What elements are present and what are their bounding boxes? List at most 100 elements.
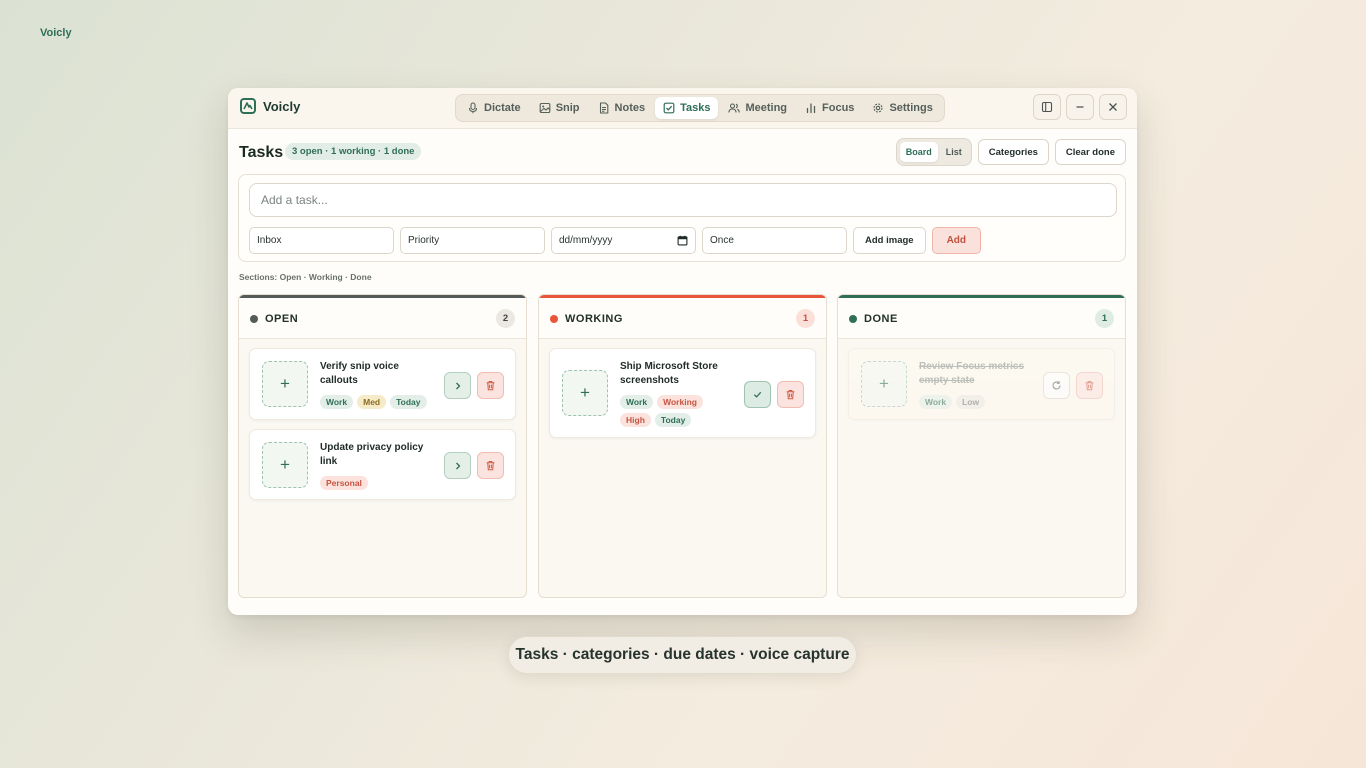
plus-icon: + <box>280 374 290 393</box>
trash-icon <box>1085 380 1094 391</box>
view-toggle: Board List <box>895 138 972 166</box>
task-card[interactable]: + Review Focus metrics empty state Work … <box>848 348 1115 420</box>
tag: Work <box>620 395 654 409</box>
tag: Today <box>654 413 692 427</box>
clear-done-button[interactable]: Clear done <box>1054 139 1126 165</box>
task-tags: Work Med Today <box>320 395 432 409</box>
sections-note: Sections: Open · Working · Done <box>239 272 372 282</box>
page-title: Tasks <box>239 144 284 161</box>
add-image-placeholder[interactable]: + <box>262 442 308 488</box>
task-title: Update privacy policy link <box>320 442 424 467</box>
chevron-right-icon <box>455 382 460 389</box>
status-badge: 3 open · 1 working · 1 done <box>285 143 422 160</box>
task-title: Review Focus metrics empty state <box>919 361 1025 386</box>
due-date-input[interactable]: dd/mm/yyyy <box>551 227 696 254</box>
categories-button[interactable]: Categories <box>977 139 1049 165</box>
task-card[interactable]: + Update privacy policy link Personal <box>249 429 516 500</box>
tag: Low <box>956 395 986 409</box>
nav-label: Meeting <box>745 102 788 114</box>
column-count: 1 <box>796 309 815 328</box>
tag: Working <box>657 395 703 409</box>
sidebar-panel-icon <box>1041 101 1053 113</box>
status-dot <box>550 315 558 323</box>
nav-tasks[interactable]: Tasks <box>655 97 719 119</box>
trash-icon <box>486 460 495 471</box>
tag: High <box>620 413 651 427</box>
feature-caption: Tasks · categories · due dates · voice c… <box>508 636 857 674</box>
corner-brand: Voicly <box>40 27 72 39</box>
document-icon <box>599 102 608 114</box>
category-select[interactable]: Inbox <box>249 227 394 254</box>
microphone-icon <box>468 102 478 114</box>
task-tags: Work Working High Today <box>620 395 712 427</box>
add-image-button[interactable]: Add image <box>853 227 926 254</box>
tag: Med <box>357 395 387 409</box>
date-placeholder: dd/mm/yyyy <box>559 235 613 246</box>
close-button[interactable] <box>1099 94 1127 120</box>
task-title: Ship Microsoft Store screenshots <box>620 361 718 386</box>
nav-label: Notes <box>614 102 646 114</box>
minimize-icon <box>1076 106 1084 108</box>
header-actions: Board List Categories Clear done <box>895 138 1126 166</box>
image-icon <box>539 102 551 114</box>
task-card[interactable]: + Ship Microsoft Store screenshots Work … <box>549 348 816 438</box>
plus-icon: + <box>879 374 889 393</box>
app-brand: Voicly <box>240 98 300 114</box>
column-done: DONE 1 + Review Focus metrics empty stat… <box>837 294 1126 598</box>
sidebar-toggle-button[interactable] <box>1033 94 1061 120</box>
nav-notes[interactable]: Notes <box>590 97 654 119</box>
add-task-button[interactable]: Add <box>931 227 982 254</box>
trash-icon <box>486 380 495 391</box>
add-image-placeholder[interactable]: + <box>861 361 907 407</box>
nav-label: Snip <box>555 102 580 114</box>
column-title: OPEN <box>265 313 299 325</box>
nav-label: Dictate <box>484 102 521 114</box>
minimize-button[interactable] <box>1066 94 1094 120</box>
column-header: WORKING 1 <box>539 298 826 339</box>
tag: Work <box>320 395 354 409</box>
app-window: Voicly Dictate Snip Notes Tasks Meeting <box>228 88 1137 615</box>
window-controls <box>1033 94 1127 120</box>
reopen-task-button[interactable] <box>1043 372 1070 399</box>
add-image-placeholder[interactable]: + <box>262 361 308 407</box>
delete-task-button[interactable] <box>477 452 504 479</box>
calendar-icon[interactable] <box>677 235 688 246</box>
task-tags: Personal <box>320 476 432 490</box>
complete-task-button[interactable] <box>744 381 771 408</box>
nav-dictate[interactable]: Dictate <box>459 97 529 119</box>
delete-task-button[interactable] <box>477 372 504 399</box>
nav-settings[interactable]: Settings <box>864 97 940 119</box>
category-value: Inbox <box>257 235 282 246</box>
view-board-button[interactable]: Board <box>899 142 938 162</box>
nav-snip[interactable]: Snip <box>531 97 588 119</box>
users-icon <box>728 103 741 113</box>
add-image-placeholder[interactable]: + <box>562 370 608 416</box>
task-tags: Work Low <box>919 395 1031 409</box>
nav-meeting[interactable]: Meeting <box>720 97 795 119</box>
column-count: 2 <box>496 309 515 328</box>
trash-icon <box>786 389 795 400</box>
repeat-value: Once <box>710 235 734 246</box>
delete-task-button[interactable] <box>1076 372 1103 399</box>
chevron-right-icon <box>455 462 460 469</box>
tag: Personal <box>320 476 368 490</box>
column-title: DONE <box>864 313 898 325</box>
voicly-logo-icon <box>240 98 256 114</box>
task-card[interactable]: + Verify snip voice callouts Work Med To… <box>249 348 516 420</box>
view-list-button[interactable]: List <box>940 142 968 162</box>
nav-label: Tasks <box>680 102 711 114</box>
check-icon <box>753 391 762 398</box>
start-task-button[interactable] <box>444 372 471 399</box>
column-working: WORKING 1 + Ship Microsoft Store screens… <box>538 294 827 598</box>
repeat-select[interactable]: Once <box>702 227 847 254</box>
task-input[interactable]: Add a task... <box>249 183 1117 217</box>
column-title: WORKING <box>565 313 623 325</box>
delete-task-button[interactable] <box>777 381 804 408</box>
nav-label: Focus <box>822 102 855 114</box>
titlebar: Voicly Dictate Snip Notes Tasks Meeting <box>228 88 1137 129</box>
column-header: DONE 1 <box>838 298 1125 339</box>
start-task-button[interactable] <box>444 452 471 479</box>
priority-select[interactable]: Priority <box>400 227 545 254</box>
nav-focus[interactable]: Focus <box>797 97 862 119</box>
task-title: Verify snip voice callouts <box>320 361 399 386</box>
